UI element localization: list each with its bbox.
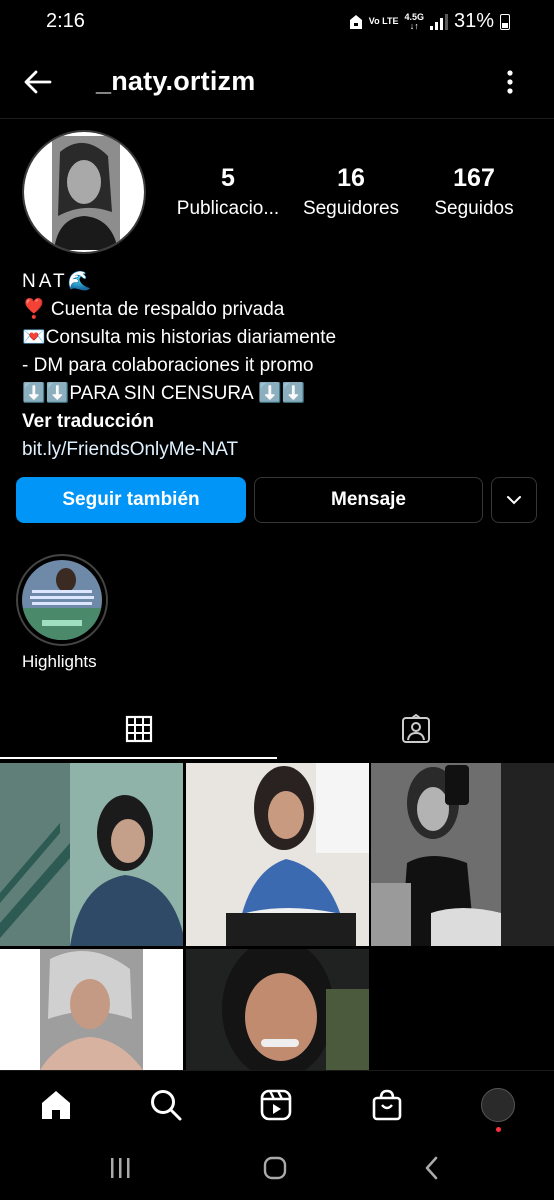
header-divider	[0, 118, 554, 119]
notification-dot	[496, 1127, 501, 1132]
following-count: 167	[453, 164, 495, 192]
status-time: 2:16	[46, 10, 85, 32]
nav-search[interactable]	[148, 1087, 184, 1123]
more-options-icon[interactable]	[500, 66, 520, 98]
tab-tagged[interactable]	[277, 700, 554, 758]
shopping-bag-icon	[372, 1089, 402, 1121]
profile-username: _naty.ortizm	[96, 66, 256, 96]
reels-icon	[260, 1089, 292, 1121]
grid-post[interactable]	[371, 763, 554, 946]
highlight-label: Highlights	[22, 652, 97, 671]
profile-avatar-small	[481, 1088, 515, 1122]
post-thumbnail	[186, 949, 369, 1070]
system-back-icon[interactable]	[420, 1156, 444, 1180]
battery-percent: 31%	[453, 10, 494, 32]
system-navigation-bar	[0, 1138, 554, 1200]
battery-icon	[500, 13, 510, 30]
suggested-accounts-button[interactable]	[491, 477, 537, 523]
grid-icon	[125, 715, 152, 743]
highlight-item[interactable]	[16, 554, 108, 646]
bio-name: NAT🌊	[22, 271, 95, 292]
volte-indicator: Vo LTE	[368, 16, 399, 26]
post-thumbnail	[0, 949, 183, 1070]
grid-post[interactable]	[0, 763, 183, 946]
grid-post[interactable]	[186, 949, 369, 1070]
followers-count: 16	[337, 164, 365, 192]
stat-posts[interactable]: 5 Publicacio...	[170, 164, 286, 220]
bio-line: ⬇️⬇️PARA SIN CENSURA ⬇️⬇️	[22, 383, 306, 404]
bio-line: 💌Consulta mis historias diariamente	[22, 327, 337, 348]
profile-photo	[24, 132, 144, 252]
follow-back-button[interactable]: Seguir también	[16, 477, 246, 523]
grid-post[interactable]	[0, 949, 183, 1070]
tab-posts[interactable]	[0, 700, 277, 758]
grid-post[interactable]	[186, 763, 369, 946]
message-button[interactable]: Mensaje	[254, 477, 483, 523]
followers-label: Seguidores	[302, 198, 400, 219]
post-thumbnail	[186, 763, 369, 946]
profile-bio: NAT🌊 ❣️ Cuenta de respaldo privada 💌Cons…	[22, 268, 522, 464]
status-bar-indicators: Vo LTE 4.5G ↓↑ 31%	[349, 10, 510, 33]
following-label: Seguidos	[434, 198, 514, 219]
data-saver-icon	[349, 14, 362, 29]
search-icon	[151, 1090, 182, 1121]
post-thumbnail	[371, 763, 554, 946]
recent-apps-icon[interactable]	[108, 1156, 132, 1180]
bio-external-link[interactable]: bit.ly/FriendsOnlyMe-NAT	[22, 436, 522, 464]
active-tab-indicator	[0, 757, 277, 759]
nav-reels[interactable]	[258, 1087, 294, 1123]
home-icon	[42, 1091, 70, 1119]
nav-shop[interactable]	[369, 1087, 405, 1123]
bottom-navigation	[0, 1070, 554, 1139]
bio-line: ❣️ Cuenta de respaldo privada	[22, 299, 285, 320]
bio-line: - DM para colaboraciones it promo	[22, 355, 314, 376]
home-button-icon[interactable]	[263, 1156, 287, 1180]
see-translation-link[interactable]: Ver traducción	[22, 408, 522, 436]
highlight-cover-image	[22, 560, 102, 640]
back-arrow-icon[interactable]	[22, 66, 54, 98]
nav-profile[interactable]	[480, 1087, 516, 1123]
signal-icon	[429, 13, 448, 30]
highlight-cover	[22, 560, 102, 640]
stat-following[interactable]: 167 Seguidos	[424, 164, 524, 220]
post-thumbnail	[0, 763, 183, 946]
posts-count: 5	[221, 164, 235, 192]
stat-followers[interactable]: 16 Seguidores	[296, 164, 406, 220]
nav-home[interactable]	[38, 1087, 74, 1123]
network-type-indicator: 4.5G ↓↑	[404, 11, 424, 31]
chevron-down-icon	[507, 496, 521, 505]
tagged-person-icon	[401, 714, 430, 743]
posts-label: Publicacio...	[176, 198, 280, 219]
profile-avatar[interactable]	[22, 130, 146, 254]
